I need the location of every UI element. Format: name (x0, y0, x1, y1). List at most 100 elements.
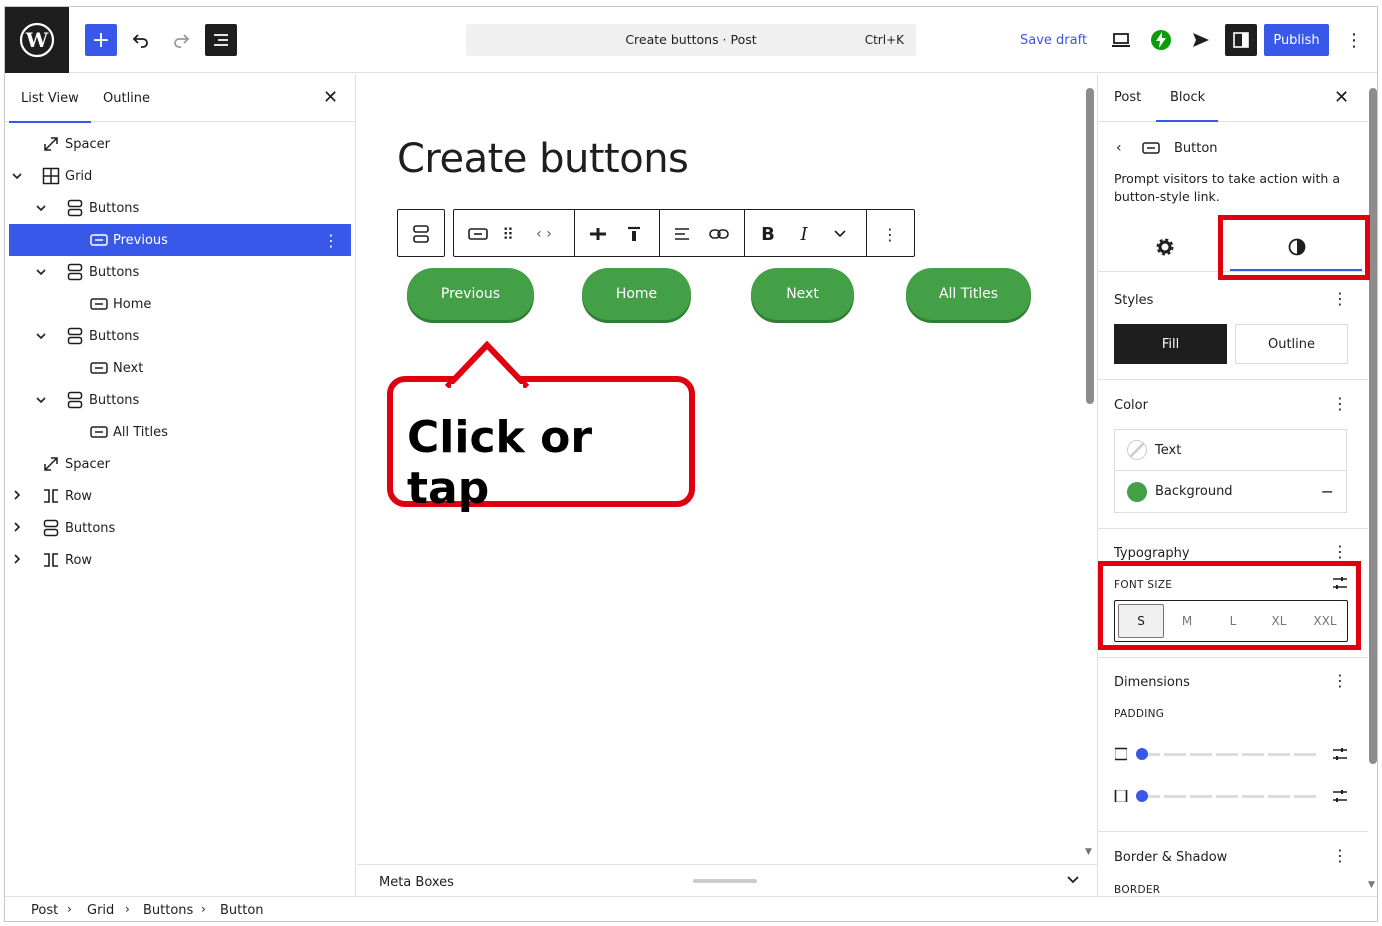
post-title[interactable]: Create buttons (397, 136, 689, 182)
background-color-item[interactable]: Background − (1115, 471, 1346, 512)
settings-tab[interactable] (1156, 238, 1174, 260)
highlight-font-size (1098, 561, 1361, 650)
list-item[interactable]: Previous ⋮ (9, 224, 351, 256)
list-item[interactable]: Buttons (9, 256, 351, 288)
add-block-button[interactable]: + (85, 24, 117, 56)
button-home[interactable]: Home (582, 268, 691, 320)
kebab-icon[interactable]: ⋮ (1332, 289, 1348, 308)
list-item[interactable]: Row (9, 544, 351, 576)
justify-icon[interactable] (586, 222, 610, 246)
italic-icon[interactable]: I (792, 222, 816, 246)
kebab-icon[interactable]: ⋮ (1332, 671, 1348, 690)
expand-toggle-icon[interactable] (11, 553, 23, 567)
button-previous[interactable]: Previous (407, 268, 534, 320)
close-icon[interactable]: ✕ (323, 87, 338, 108)
tab-outline[interactable]: Outline (103, 91, 150, 106)
chevron-down-icon[interactable] (828, 222, 852, 246)
preview-button[interactable] (1105, 24, 1137, 56)
text-color-item[interactable]: Text (1115, 430, 1346, 471)
document-overview-button[interactable] (205, 24, 237, 56)
save-draft-button[interactable]: Save draft (1020, 33, 1087, 48)
tab-block[interactable]: Block (1170, 90, 1205, 105)
list-item[interactable]: Home (9, 288, 351, 320)
button-next[interactable]: Next (751, 268, 854, 320)
button-all-titles[interactable]: All Titles (906, 268, 1031, 320)
list-item[interactable]: Spacer (9, 448, 351, 480)
kebab-icon[interactable]: ⋮ (1332, 542, 1348, 561)
kebab-icon[interactable]: ⋮ (1332, 394, 1348, 413)
kebab-icon[interactable]: ⋮ (878, 222, 902, 246)
scroll-down-arrow-icon[interactable]: ▼ (1368, 880, 1375, 890)
wordpress-logo-button[interactable]: W (5, 7, 69, 73)
align-left-icon[interactable] (670, 222, 694, 246)
resize-handle[interactable] (693, 879, 757, 883)
buttons-icon (41, 518, 61, 538)
style-outline-option[interactable]: Outline (1235, 324, 1348, 364)
move-arrows-icon[interactable]: ‹ › (532, 222, 556, 246)
style-fill-option[interactable]: Fill (1114, 324, 1227, 364)
canvas-scrollbar[interactable] (1086, 88, 1094, 404)
scroll-down-arrow-icon[interactable]: ▼ (1085, 847, 1092, 857)
button-icon (89, 294, 109, 314)
expand-toggle-icon[interactable] (35, 394, 47, 407)
breadcrumb-buttons[interactable]: Buttons (143, 903, 193, 918)
command-shortcut: Ctrl+K (864, 33, 904, 47)
redo-button[interactable] (165, 24, 197, 56)
undo-button[interactable] (125, 24, 157, 56)
back-chevron-icon[interactable]: ‹ (1116, 140, 1122, 156)
text-color-label: Text (1155, 442, 1182, 458)
chevron-down-icon[interactable] (1067, 873, 1079, 887)
list-item[interactable]: Next (9, 352, 351, 384)
expand-toggle-icon[interactable] (11, 489, 23, 503)
list-item[interactable]: All Titles (9, 416, 351, 448)
minus-icon[interactable]: − (1321, 482, 1334, 501)
empty-swatch-icon (1127, 440, 1147, 460)
button-block-icon[interactable] (466, 222, 490, 246)
list-view-panel: List View Outline ✕ Spacer Grid Buttons Pre… (5, 74, 356, 896)
list-item[interactable]: Buttons (9, 384, 351, 416)
slider-thumb[interactable] (1136, 790, 1148, 802)
slider-thumb[interactable] (1136, 748, 1148, 760)
list-item-label: Buttons (89, 264, 140, 280)
close-icon[interactable]: ✕ (1334, 87, 1349, 108)
kebab-icon[interactable]: ⋮ (323, 231, 339, 250)
slider-track[interactable] (1138, 753, 1316, 756)
list-item[interactable]: Buttons (9, 192, 351, 224)
send-button[interactable] (1185, 24, 1217, 56)
kebab-icon[interactable]: ⋮ (1332, 846, 1348, 865)
custom-size-icon[interactable] (1332, 747, 1348, 761)
list-item[interactable]: Spacer (9, 128, 351, 160)
breadcrumb-grid[interactable]: Grid (87, 903, 114, 918)
custom-size-icon[interactable] (1332, 789, 1348, 803)
options-button[interactable]: ⋮ (1338, 24, 1370, 56)
expand-toggle-icon[interactable] (11, 170, 23, 183)
drag-handle-icon[interactable]: ⠿ (496, 222, 520, 246)
meta-boxes-panel[interactable]: Meta Boxes (357, 864, 1097, 896)
list-item[interactable]: Buttons (9, 320, 351, 352)
list-item[interactable]: Grid (9, 160, 351, 192)
command-palette-bar[interactable]: Create buttons · Post Ctrl+K (466, 24, 916, 56)
bold-icon[interactable]: B (756, 222, 780, 246)
sidebar-scrollbar[interactable] (1369, 88, 1377, 764)
expand-toggle-icon[interactable] (35, 202, 47, 215)
jetpack-button[interactable] (1145, 24, 1177, 56)
expand-toggle-icon[interactable] (11, 521, 23, 535)
list-item-label: Next (113, 360, 144, 376)
breadcrumb-post[interactable]: Post (31, 903, 58, 918)
expand-toggle-icon[interactable] (35, 266, 47, 279)
tab-post[interactable]: Post (1114, 90, 1141, 105)
background-color-label: Background (1155, 484, 1233, 499)
list-item[interactable]: Row (9, 480, 351, 512)
list-item-label: Spacer (65, 456, 110, 472)
settings-toggle-button[interactable] (1225, 24, 1257, 56)
tab-list-view[interactable]: List View (9, 91, 91, 123)
row-icon (41, 550, 61, 570)
vertical-align-icon[interactable] (622, 222, 646, 246)
list-item[interactable]: Buttons (9, 512, 351, 544)
link-icon[interactable] (707, 222, 731, 246)
publish-button[interactable]: Publish (1264, 24, 1329, 56)
parent-selector[interactable] (397, 209, 445, 257)
slider-track[interactable] (1138, 795, 1316, 798)
expand-toggle-icon[interactable] (35, 330, 47, 343)
list-item-label: Row (65, 488, 93, 504)
